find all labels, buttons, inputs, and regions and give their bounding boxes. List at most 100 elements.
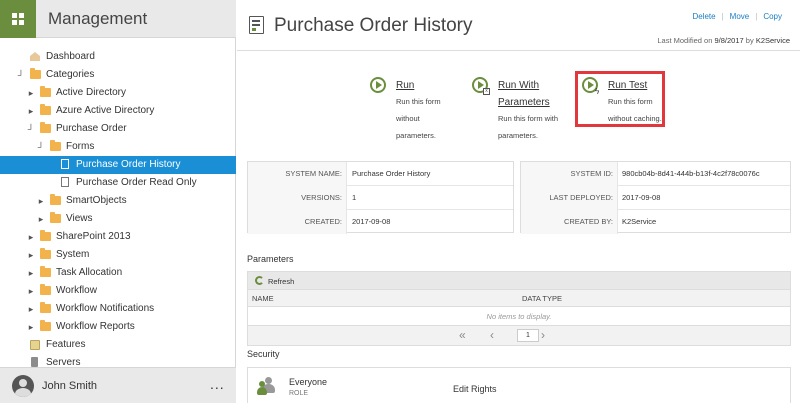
expand-icon[interactable]: ▸ <box>27 246 35 264</box>
run-desc: parameters. <box>498 131 539 140</box>
refresh-button[interactable]: Refresh <box>268 277 294 286</box>
sidebar-item-workflow-notifications[interactable]: ▸ Workflow Notifications <box>0 300 236 318</box>
security-type: ROLE <box>289 390 309 397</box>
expand-icon[interactable]: ▸ <box>27 102 35 120</box>
home-icon <box>30 52 40 61</box>
info-label: LAST DEPLOYED: <box>521 186 618 210</box>
run-desc: without <box>396 114 420 123</box>
run-with-parameters-link-line2[interactable]: Parameters <box>498 94 550 112</box>
play-icon <box>370 77 386 93</box>
collapse-icon[interactable]: ┘ <box>37 138 45 156</box>
sidebar-item-active-directory[interactable]: ▸ Active Directory <box>0 84 236 102</box>
info-panel-left: SYSTEM NAME: Purchase Order History VERS… <box>247 161 514 234</box>
app-grid-icon[interactable] <box>0 0 36 38</box>
sidebar-item-purchase-order[interactable]: ┘ Purchase Order <box>0 120 236 138</box>
info-value: 2017-09-08 <box>352 217 391 226</box>
parameters-badge-icon: x <box>483 88 490 95</box>
folder-icon <box>40 284 51 295</box>
divider: | <box>755 12 758 21</box>
collapse-icon[interactable]: ┘ <box>17 66 25 84</box>
top-actions: Delete | Move | Copy <box>692 12 782 21</box>
sidebar-item-label: Workflow Notifications <box>56 303 155 314</box>
security-row[interactable]: Everyone ROLE Edit Rights <box>247 367 791 403</box>
sidebar-item-label: System <box>56 249 90 260</box>
sidebar-item-task-allocation[interactable]: ▸ Task Allocation <box>0 264 236 282</box>
security-rights: Edit Rights <box>453 384 497 394</box>
folder-icon <box>40 302 51 313</box>
app-title: Management <box>48 9 148 28</box>
category-tree: Dashboard ┘ Categories ▸ Active Director… <box>0 48 236 372</box>
sidebar-item-purchase-order-read-only[interactable]: Purchase Order Read Only <box>0 174 236 192</box>
sidebar-item-views[interactable]: ▸ Views <box>0 210 236 228</box>
expand-icon[interactable]: ▸ <box>27 84 35 102</box>
info-value: 980cb04b-8d41-444b-b13f-4c2f78c0076c <box>622 169 760 178</box>
sidebar-item-purchase-order-history[interactable]: Purchase Order History <box>0 156 236 174</box>
form-icon <box>249 16 264 34</box>
sidebar-item-system[interactable]: ▸ System <box>0 246 236 264</box>
info-row: SYSTEM ID: 980cb04b-8d41-444b-b13f-4c2f7… <box>521 162 790 186</box>
sidebar-item-label: SmartObjects <box>66 195 127 206</box>
expand-icon[interactable]: ▸ <box>27 282 35 300</box>
group-icon <box>257 377 277 395</box>
sidebar-item-features[interactable]: Features <box>0 336 236 354</box>
user-bar: John Smith ... <box>0 367 236 403</box>
expand-icon[interactable]: ▸ <box>27 300 35 318</box>
parameters-grid-header: NAME DATA TYPE <box>247 290 791 307</box>
collapse-icon[interactable]: ┘ <box>27 120 35 138</box>
expand-icon[interactable]: ▸ <box>37 210 45 228</box>
column-header-name[interactable]: NAME <box>252 294 274 303</box>
delete-link[interactable]: Delete <box>692 12 715 21</box>
sidebar-item-label: Workflow Reports <box>56 321 135 332</box>
sidebar-item-label: Features <box>46 339 86 350</box>
info-value: Purchase Order History <box>352 169 431 178</box>
last-modified-date: 9/8/2017 <box>714 36 744 45</box>
folder-icon <box>40 86 51 97</box>
sidebar-item-label: Categories <box>46 69 95 80</box>
parameters-toolbar: Refresh <box>247 271 791 290</box>
more-options-button[interactable]: ... <box>210 376 225 392</box>
info-row: VERSIONS: 1 <box>248 186 513 210</box>
expand-icon[interactable]: ▸ <box>37 192 45 210</box>
header-divider <box>237 50 800 51</box>
pager: « ‹ 1 › <box>247 326 791 346</box>
move-link[interactable]: Move <box>730 12 750 21</box>
parameters-title: Parameters <box>247 254 294 264</box>
copy-link[interactable]: Copy <box>763 12 782 21</box>
prev-page-icon[interactable]: ‹ <box>490 329 494 341</box>
info-label: SYSTEM ID: <box>521 162 618 186</box>
info-row: LAST DEPLOYED: 2017-09-08 <box>521 186 790 210</box>
sidebar-item-label: SharePoint 2013 <box>56 231 131 242</box>
divider: | <box>721 12 724 21</box>
refresh-icon[interactable] <box>255 276 264 285</box>
sidebar-item-label: Purchase Order Read Only <box>76 177 197 188</box>
expand-icon[interactable]: ▸ <box>27 264 35 282</box>
sidebar-item-azure-active-directory[interactable]: ▸ Azure Active Directory <box>0 102 236 120</box>
info-panel-right: SYSTEM ID: 980cb04b-8d41-444b-b13f-4c2f7… <box>520 161 791 234</box>
run-desc: Run this form with <box>498 114 559 123</box>
expand-icon[interactable]: ▸ <box>27 228 35 246</box>
next-page-icon[interactable]: › <box>541 329 545 341</box>
sidebar-item-categories[interactable]: ┘ Categories <box>0 66 236 84</box>
info-row: CREATED: 2017-09-08 <box>248 210 513 234</box>
sidebar-item-smartobjects[interactable]: ▸ SmartObjects <box>0 192 236 210</box>
column-header-data-type[interactable]: DATA TYPE <box>522 294 562 303</box>
run-with-parameters-link[interactable]: Run With <box>498 77 539 95</box>
info-row: CREATED BY: K2Service <box>521 210 790 234</box>
avatar[interactable] <box>12 375 34 397</box>
expand-icon[interactable]: ▸ <box>27 318 35 336</box>
sidebar-item-label: Views <box>66 213 93 224</box>
sidebar-item-workflow[interactable]: ▸ Workflow <box>0 282 236 300</box>
main-panel: Purchase Order History Delete | Move | Copy … <box>237 0 800 403</box>
sidebar-item-dashboard[interactable]: Dashboard <box>0 48 236 66</box>
first-page-icon[interactable]: « <box>459 329 466 341</box>
run-desc: parameters. <box>396 131 437 140</box>
run-desc: Run this form <box>396 97 441 106</box>
sidebar-item-sharepoint-2013[interactable]: ▸ SharePoint 2013 <box>0 228 236 246</box>
sidebar-item-label: Forms <box>66 141 95 152</box>
run-link[interactable]: Run <box>396 77 414 95</box>
page-number-input[interactable]: 1 <box>517 329 539 342</box>
sidebar-item-workflow-reports[interactable]: ▸ Workflow Reports <box>0 318 236 336</box>
folder-icon <box>50 212 61 223</box>
sidebar-item-forms[interactable]: ┘ Forms <box>0 138 236 156</box>
sidebar-item-label: Purchase Order History <box>76 159 181 170</box>
